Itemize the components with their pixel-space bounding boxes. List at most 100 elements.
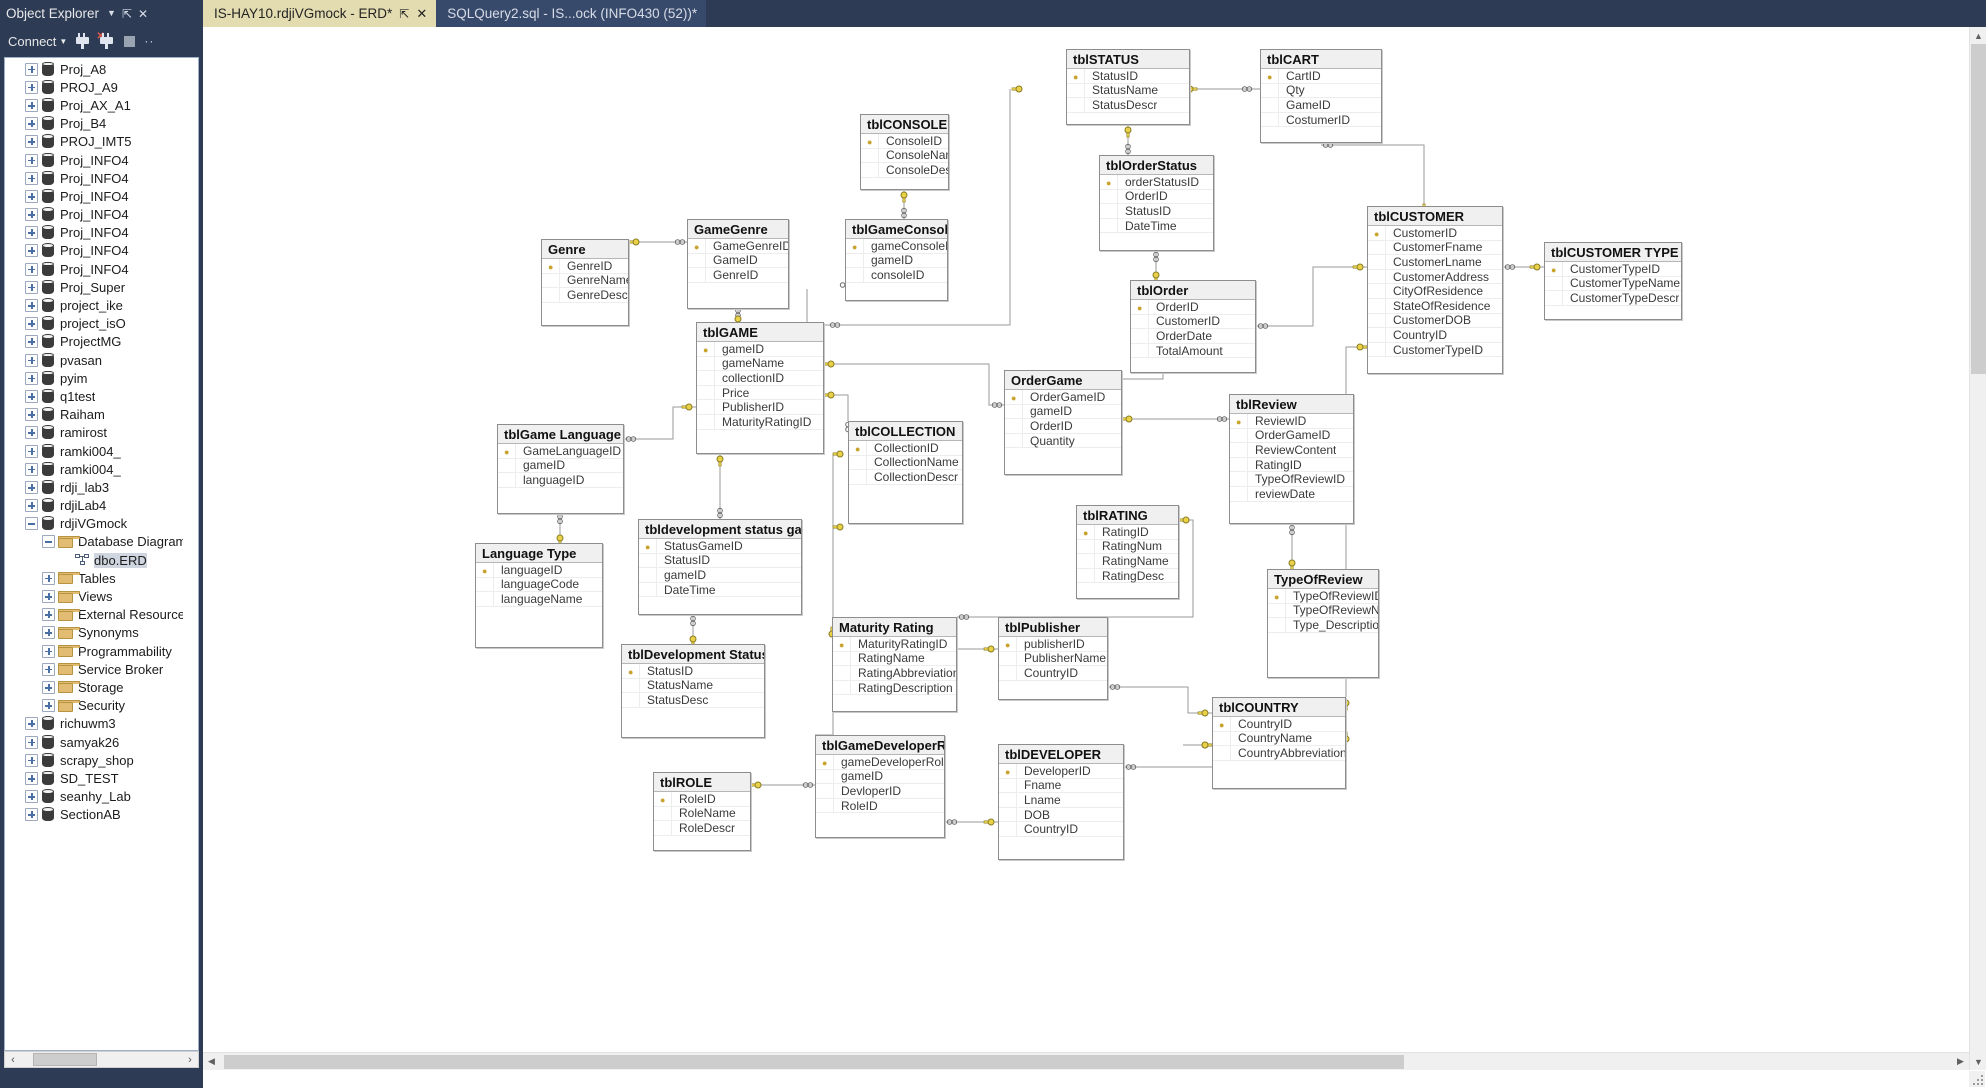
tree-item[interactable]: project_ike xyxy=(5,296,183,314)
erd-field-row[interactable]: OrderDate xyxy=(1131,329,1255,344)
erd-field-row[interactable]: GenreID xyxy=(688,268,788,283)
expand-icon[interactable] xyxy=(42,662,55,676)
scroll-left-icon[interactable]: ◀ xyxy=(203,1056,220,1067)
tree-item[interactable]: Proj_INFO4 xyxy=(5,224,183,242)
erd-table-tblGameConsole[interactable]: tblGameConsole● gameConsoleIDgameIDconsol… xyxy=(845,219,948,301)
tree-item[interactable]: rdji_lab3 xyxy=(5,478,183,496)
expand-icon[interactable] xyxy=(42,644,55,658)
tree-item[interactable]: Tables xyxy=(5,569,183,587)
tree-item[interactable]: Proj_B4 xyxy=(5,115,183,133)
tree-item[interactable]: Raiham xyxy=(5,406,183,424)
expand-icon[interactable] xyxy=(25,299,38,313)
tree-item[interactable]: Database Diagrams xyxy=(5,533,183,551)
erd-field-row[interactable]: ● CountryID xyxy=(1213,717,1345,732)
erd-field-row[interactable]: StatusDescr xyxy=(1067,98,1189,113)
tree-item[interactable]: Programmability xyxy=(5,642,183,660)
erd-field-row[interactable]: reviewDate xyxy=(1230,487,1353,502)
erd-table-tblOrder[interactable]: tblOrder ● OrderID CustomerID OrderDate Total… xyxy=(1130,280,1256,373)
expand-icon[interactable] xyxy=(25,80,38,94)
erd-field-row[interactable]: RatingDescription xyxy=(833,681,956,696)
expand-icon[interactable] xyxy=(25,480,38,494)
erd-field-row[interactable]: StateOfResidence xyxy=(1368,299,1502,314)
erd-field-row[interactable]: CustomerTypeID xyxy=(1368,343,1502,358)
erd-field-row[interactable]: StatusName xyxy=(622,678,764,694)
erd-canvas[interactable]: tblSTATUS ● StatusID StatusName StatusDescr t… xyxy=(203,27,1969,1070)
erd-field-row[interactable]: GenreDesc xyxy=(542,288,628,303)
erd-field-row[interactable]: GameID xyxy=(688,253,788,269)
expand-icon[interactable] xyxy=(25,189,38,203)
erd-field-row[interactable]: MaturityRatingID xyxy=(697,415,823,430)
erd-table-tblGAME[interactable]: tblGAME ● gameID gameName collectionID Price P… xyxy=(696,322,824,454)
erd-table-tblCOLLECTION[interactable]: tblCOLLECTION ● CollectionID CollectionName… xyxy=(848,421,963,524)
erd-table-tblSTATUS[interactable]: tblSTATUS ● StatusID StatusName StatusDescr xyxy=(1066,49,1190,125)
chevron-down-icon[interactable]: ▼ xyxy=(107,9,116,18)
erd-table-tblCART[interactable]: tblCART ● CartID Qty GameID CostumerID xyxy=(1260,49,1382,143)
expand-icon[interactable] xyxy=(25,171,38,185)
expand-icon[interactable] xyxy=(25,389,38,403)
erd-table-tblDevelopment_Status[interactable]: tblDevelopment Status ● StatusID StatusName… xyxy=(621,644,765,738)
erd-field-row[interactable]: StatusID xyxy=(639,553,801,569)
erd-field-row[interactable]: OrderID xyxy=(1005,419,1121,434)
erd-field-row[interactable]: RatingName xyxy=(833,651,956,667)
expand-icon[interactable] xyxy=(25,262,38,276)
erd-field-row[interactable]: CollectionName xyxy=(849,455,962,471)
erd-field-row[interactable]: ● CollectionID xyxy=(849,441,962,456)
erd-field-row[interactable]: ReviewContent xyxy=(1230,443,1353,458)
tree-item[interactable]: q1test xyxy=(5,387,183,405)
disconnect-plug-icon[interactable]: ✕ xyxy=(96,32,115,49)
erd-field-row[interactable]: OrderID xyxy=(1100,189,1213,205)
erd-field-row[interactable]: ● CustomerID xyxy=(1368,226,1502,241)
tree-item[interactable]: seanhy_Lab xyxy=(5,788,183,806)
erd-table-OrderGame[interactable]: OrderGame ● OrderGameID gameID OrderID Quanti… xyxy=(1004,370,1122,475)
erd-field-row[interactable]: ● gameConsoleID xyxy=(846,239,947,254)
erd-table-tbldevelopment_status_game[interactable]: tbldevelopment status game● StatusGameIDS… xyxy=(638,519,802,615)
tree-item[interactable]: Proj_INFO4 xyxy=(5,242,183,260)
erd-field-row[interactable]: DateTime xyxy=(639,583,801,598)
scroll-right-icon[interactable]: › xyxy=(182,1054,198,1066)
erd-field-row[interactable]: TotalAmount xyxy=(1131,344,1255,359)
erd-field-row[interactable]: ● StatusGameID xyxy=(639,539,801,554)
tree-item[interactable]: pyim xyxy=(5,369,183,387)
tree-item[interactable]: ramirost xyxy=(5,424,183,442)
erd-field-row[interactable]: OrderGameID xyxy=(1230,428,1353,444)
erd-field-row[interactable]: StatusName xyxy=(1067,83,1189,99)
erd-field-row[interactable]: PublisherID xyxy=(697,400,823,415)
object-explorer-hscrollbar[interactable]: ‹ › xyxy=(4,1051,199,1068)
tree-item[interactable]: Service Broker xyxy=(5,660,183,678)
tree-item[interactable]: project_isO xyxy=(5,315,183,333)
erd-field-row[interactable]: CountryID xyxy=(1368,328,1502,343)
tree-item[interactable]: SD_TEST xyxy=(5,769,183,787)
expand-icon[interactable] xyxy=(25,371,38,385)
tree-item[interactable]: pvasan xyxy=(5,351,183,369)
erd-table-tblCONSOLE[interactable]: tblCONSOLE● ConsoleIDConsoleNameConsoleDe… xyxy=(860,114,949,190)
erd-field-row[interactable]: ● TypeOfReviewID xyxy=(1268,589,1378,604)
erd-field-row[interactable]: consoleID xyxy=(846,268,947,283)
scroll-up-icon[interactable]: ▲ xyxy=(1970,27,1986,44)
tree-item[interactable]: Storage xyxy=(5,678,183,696)
erd-field-row[interactable]: CustomerTypeName xyxy=(1545,276,1681,292)
tree-item[interactable]: ramki004_ xyxy=(5,442,183,460)
erd-table-tblRATING[interactable]: tblRATING ● RatingID RatingNum RatingName Rat… xyxy=(1076,505,1179,599)
erd-field-row[interactable]: ● ConsoleID xyxy=(861,134,948,149)
resize-grip[interactable] xyxy=(1969,1071,1985,1087)
erd-field-row[interactable]: DateTime xyxy=(1100,219,1213,234)
tree-item[interactable]: Proj_INFO4 xyxy=(5,187,183,205)
erd-table-Maturity_Rating[interactable]: Maturity Rating ● MaturityRatingID RatingNa… xyxy=(832,617,957,712)
scroll-thumb-h[interactable] xyxy=(224,1054,1404,1069)
erd-field-row[interactable]: ● gameID xyxy=(697,342,823,357)
tree-item[interactable]: scrapy_shop xyxy=(5,751,183,769)
scroll-down-icon[interactable]: ▼ xyxy=(1970,1053,1986,1070)
expand-icon[interactable] xyxy=(25,135,38,149)
expand-icon[interactable] xyxy=(25,98,38,112)
tree-item[interactable]: ProjectMG xyxy=(5,333,183,351)
erd-field-row[interactable]: StatusDesc xyxy=(622,693,764,708)
erd-field-row[interactable]: Price xyxy=(697,386,823,401)
erd-field-row[interactable]: ConsoleName xyxy=(861,148,948,164)
erd-field-row[interactable]: Type_Description xyxy=(1268,618,1378,633)
erd-field-row[interactable]: Quantity xyxy=(1005,434,1121,449)
connect-button[interactable]: Connect ▼ xyxy=(8,34,67,49)
erd-field-row[interactable]: StatusID xyxy=(1100,204,1213,219)
expand-icon[interactable] xyxy=(25,280,38,294)
expand-icon[interactable] xyxy=(25,408,38,422)
erd-field-row[interactable]: RatingDesc xyxy=(1077,569,1178,584)
